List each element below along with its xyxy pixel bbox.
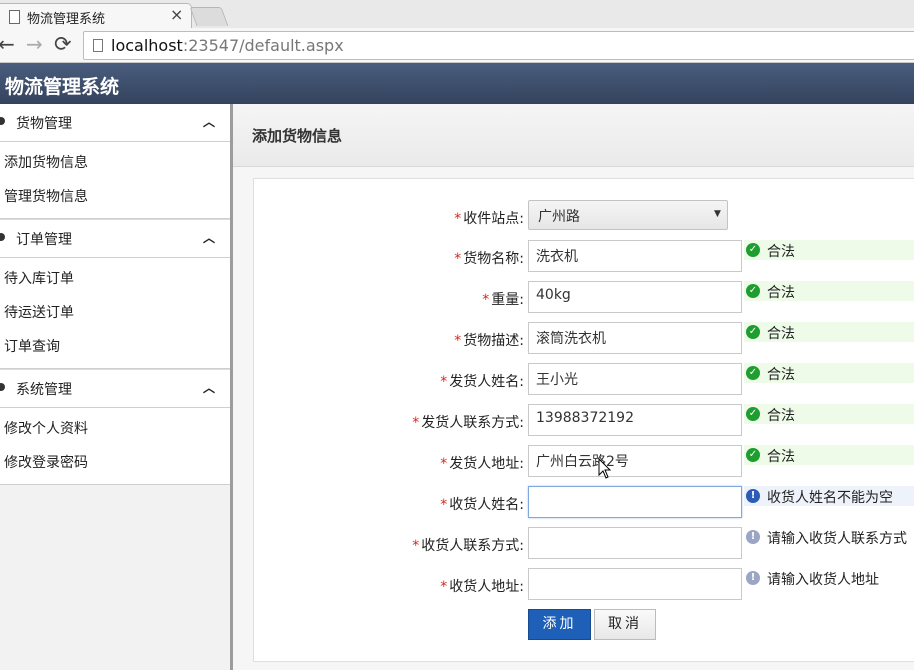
sender-address-input[interactable]: 广州白云路2号	[528, 445, 742, 477]
field-label: * 发货人地址:	[440, 456, 524, 472]
url-text: localhost:23547/default.aspx	[111, 36, 344, 55]
field-label: * 收货人联系方式:	[412, 538, 524, 554]
validation-message: ✓ 合法	[744, 404, 914, 424]
mouse-cursor-icon	[598, 458, 612, 479]
check-icon: ✓	[746, 366, 760, 380]
forward-icon[interactable]: →	[26, 32, 43, 56]
field-label: * 收货人地址:	[440, 579, 524, 595]
validation-message: ! 请输入收货人地址	[744, 568, 914, 588]
dropdown-arrow-icon: ▼	[714, 209, 721, 219]
field-label: * 发货人姓名:	[440, 374, 524, 390]
form-row: * 收货人联系方式: ! 请输入收货人联系方式	[0, 527, 914, 561]
form-row-station: * 收件站点: 广州路 ▼	[0, 200, 914, 234]
reload-icon[interactable]: ⟳	[54, 32, 72, 56]
station-label: * 收件站点:	[454, 211, 524, 227]
receiver-phone-input[interactable]	[528, 527, 742, 559]
address-bar: ← → ⟳ localhost:23547/default.aspx	[0, 28, 914, 63]
form-row: * 发货人联系方式: 13988372192 ✓ 合法	[0, 404, 914, 438]
form-row: * 发货人地址: 广州白云路2号 ✓ 合法	[0, 445, 914, 479]
panel-header: 添加货物信息	[233, 104, 914, 167]
field-label: * 发货人联系方式:	[412, 415, 524, 431]
browser-tab-bar: 物流管理系统 ×	[0, 0, 914, 29]
goods-name-input[interactable]: 洗衣机	[528, 240, 742, 272]
group-label: 货物管理	[16, 116, 72, 132]
station-select[interactable]: 广州路 ▼	[528, 200, 728, 230]
app-header: 物流管理系统	[0, 63, 914, 104]
sender-name-input[interactable]: 王小光	[528, 363, 742, 395]
validation-message: ✓ 合法	[744, 363, 914, 383]
page-title: 添加货物信息	[252, 127, 343, 145]
url-input[interactable]: localhost:23547/default.aspx	[83, 31, 914, 60]
station-value: 广州路	[538, 209, 580, 225]
close-icon[interactable]: ×	[170, 5, 183, 24]
validation-message: ✓ 合法	[744, 322, 914, 342]
info-icon: !	[746, 571, 760, 585]
check-icon: ✓	[746, 448, 760, 462]
form-row: * 货物名称: 洗衣机 ✓ 合法	[0, 240, 914, 274]
info-icon: !	[746, 530, 760, 544]
sidebar-item-add-goods[interactable]: 添加货物信息	[0, 146, 230, 180]
new-tab-button[interactable]	[189, 7, 229, 26]
validation-message: ✓ 合法	[744, 445, 914, 465]
form-row: * 货物描述: 滚筒洗衣机 ✓ 合法	[0, 322, 914, 356]
back-icon[interactable]: ←	[0, 32, 15, 56]
chevron-up-icon[interactable]: ︿	[203, 113, 215, 130]
description-input[interactable]: 滚筒洗衣机	[528, 322, 742, 354]
page-icon	[93, 39, 103, 52]
check-icon: ✓	[746, 325, 760, 339]
sidebar-group-goods[interactable]: 货物管理 ︿	[0, 104, 230, 142]
validation-message: ! 收货人姓名不能为空	[744, 486, 914, 506]
validation-message: ✓ 合法	[744, 281, 914, 301]
group-icon	[0, 117, 5, 125]
tab-title: 物流管理系统	[27, 12, 106, 27]
form-row: * 重量: 40kg ✓ 合法	[0, 281, 914, 315]
sender-phone-input[interactable]: 13988372192	[528, 404, 742, 436]
weight-input[interactable]: 40kg	[528, 281, 742, 313]
browser-tab[interactable]: 物流管理系统 ×	[0, 3, 192, 29]
receiver-name-input[interactable]	[528, 486, 742, 518]
form-row: * 收货人地址: ! 请输入收货人地址	[0, 568, 914, 602]
field-label: * 收货人姓名:	[440, 497, 524, 513]
form-row: * 发货人姓名: 王小光 ✓ 合法	[0, 363, 914, 397]
validation-message: ! 请输入收货人联系方式	[744, 527, 914, 547]
cancel-button[interactable]: 取消	[594, 609, 656, 640]
receiver-address-input[interactable]	[528, 568, 742, 600]
add-button[interactable]: 添加	[528, 609, 591, 640]
app-title: 物流管理系统	[5, 76, 120, 98]
field-label: * 货物描述:	[454, 333, 524, 349]
check-icon: ✓	[746, 284, 760, 298]
validation-message: ✓ 合法	[744, 240, 914, 260]
check-icon: ✓	[746, 407, 760, 421]
form-row: * 收货人姓名: ! 收货人姓名不能为空	[0, 486, 914, 520]
field-label: * 重量:	[482, 292, 524, 308]
warning-icon: !	[746, 489, 760, 503]
field-label: * 货物名称:	[454, 251, 524, 267]
page-icon	[9, 10, 20, 24]
check-icon: ✓	[746, 243, 760, 257]
